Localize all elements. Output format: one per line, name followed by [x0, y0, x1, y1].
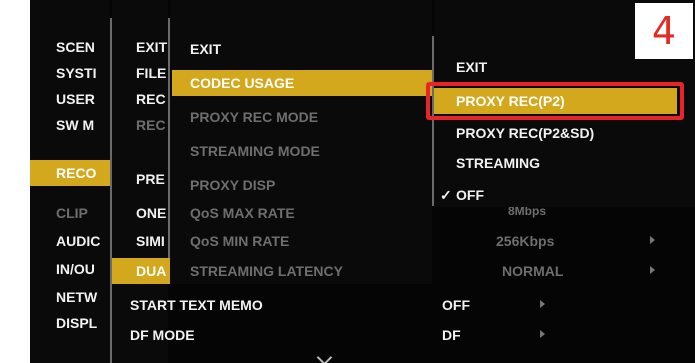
step-number-badge: 4 [635, 3, 693, 59]
scroll-down-chevron-icon [316, 349, 333, 363]
checkmark-icon: ✓ [440, 187, 452, 203]
start-text-memo-label[interactable]: START TEXT MEMO [130, 292, 350, 318]
menu-item-clip[interactable]: CLIP [56, 200, 110, 226]
menu3-qos-max-rate[interactable]: QoS MAX RATE [190, 200, 410, 226]
camera-menu-screen: SCEN SYSTI USER SW M RECO CLIP AUDIC IN/… [30, 0, 695, 363]
menu2-dual-selected[interactable]: DUA [112, 258, 170, 284]
menu3-codec-usage[interactable]: CODEC USAGE [172, 70, 434, 96]
menu-item-system[interactable]: SYSTI [56, 60, 110, 86]
df-mode-value: DF [442, 327, 461, 343]
menu-item-network[interactable]: NETW [56, 284, 110, 310]
menu2-file[interactable]: FILE [136, 60, 168, 86]
menu3-proxy-rec-mode[interactable]: PROXY REC MODE [190, 104, 410, 130]
menu-item-sw-mode[interactable]: SW M [56, 112, 110, 138]
menu4-exit[interactable]: EXIT [456, 54, 576, 80]
value-latency: NORMAL [502, 263, 564, 279]
highlight-box-proxy-rec-p2 [426, 82, 684, 120]
menu2-pre[interactable]: PRE [136, 166, 168, 192]
menu-level3: EXIT CODEC USAGE PROXY REC MODE STREAMIN… [170, 0, 434, 284]
menu3-streaming-mode[interactable]: STREAMING MODE [190, 138, 410, 164]
menu2-exit[interactable]: EXIT [136, 34, 168, 60]
menu-item-in-out[interactable]: IN/OU [56, 256, 110, 282]
menu3-exit[interactable]: EXIT [190, 36, 390, 62]
menu-item-display[interactable]: DISPL [56, 310, 110, 336]
arrow-latency [650, 266, 655, 274]
menu4-proxy-rec-p2sd[interactable]: PROXY REC(P2&SD) [456, 120, 656, 146]
value-qos-min: 256Kbps [496, 233, 555, 249]
start-text-memo-value: OFF [442, 297, 470, 313]
menu-item-scene[interactable]: SCEN [56, 34, 110, 60]
menu3-proxy-disp[interactable]: PROXY DISP [190, 172, 410, 198]
arrow-start-text-memo [540, 300, 545, 308]
menu2-simul[interactable]: SIMI [136, 228, 168, 254]
menu4-streaming[interactable]: STREAMING [456, 150, 656, 176]
df-mode-label[interactable]: DF MODE [130, 322, 350, 348]
menu4-off[interactable]: OFF [456, 182, 576, 208]
menu-item-recording[interactable]: RECO [30, 160, 110, 186]
menu-item-user[interactable]: USER [56, 86, 110, 112]
menu2-rec-1[interactable]: REC [136, 86, 168, 112]
menu2-rec-2[interactable]: REC [136, 112, 168, 138]
menu-level1: SCEN SYSTI USER SW M RECO CLIP AUDIC IN/… [30, 0, 110, 363]
menu2-one[interactable]: ONE [136, 200, 168, 226]
arrow-qos-min [650, 236, 655, 244]
menu-item-audio[interactable]: AUDIC [56, 228, 110, 254]
menu3-qos-min-rate[interactable]: QoS MIN RATE [190, 228, 410, 254]
arrow-df-mode [540, 330, 545, 338]
menu3-streaming-latency[interactable]: STREAMING LATENCY [190, 258, 430, 284]
